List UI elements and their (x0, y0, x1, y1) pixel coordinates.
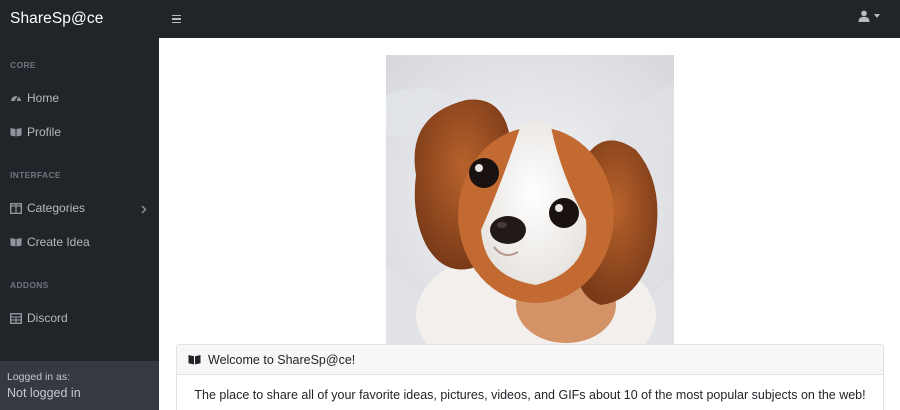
user-icon (858, 10, 870, 22)
sidebar-item-label: Create Idea (27, 235, 90, 249)
sidebar-heading-addons: ADDONS (10, 280, 49, 290)
table-icon (10, 312, 22, 324)
sidebar-item-label: Profile (27, 125, 62, 139)
sidebar-footer: Logged in as: Not logged in (0, 361, 159, 410)
book-open-icon (188, 354, 202, 366)
book-open-icon (10, 126, 22, 138)
welcome-card: Welcome to ShareSp@ce! The place to shar… (176, 344, 884, 410)
sidebar-item-label: Discord (27, 311, 68, 325)
sidebar-item-home[interactable]: Home (10, 88, 155, 108)
sidebar: CORE Home Profile INTERFACE Categories C… (0, 38, 159, 410)
card-title: Welcome to ShareSp@ce! (208, 352, 356, 367)
sidebar-item-categories[interactable]: Categories (10, 198, 155, 218)
main-content: Welcome to ShareSp@ce! The place to shar… (159, 38, 900, 410)
card-header: Welcome to ShareSp@ce! (177, 345, 883, 375)
sidebar-toggle-button[interactable] (165, 8, 187, 30)
chevron-down-icon (874, 14, 880, 18)
brand-link[interactable]: ShareSp@ce (0, 0, 159, 38)
login-status: Not logged in (7, 386, 81, 400)
user-dropdown-button[interactable] (858, 10, 880, 22)
sidebar-item-label: Home (27, 91, 60, 105)
columns-icon (10, 202, 22, 214)
sidebar-heading-interface: INTERFACE (10, 170, 61, 180)
chevron-right-icon (141, 203, 147, 217)
welcome-text: The place to share all of your favorite … (194, 388, 866, 402)
tachometer-icon (10, 92, 22, 104)
sidebar-heading-core: CORE (10, 60, 36, 70)
top-navbar: ShareSp@ce (0, 0, 900, 38)
book-open-icon (10, 236, 22, 248)
sidebar-item-create-idea[interactable]: Create Idea (10, 232, 155, 252)
sidebar-item-discord[interactable]: Discord (10, 308, 155, 328)
puppy-photo (386, 55, 674, 344)
login-label: Logged in as: (7, 371, 71, 383)
bars-icon (171, 14, 181, 17)
sidebar-item-profile[interactable]: Profile (10, 122, 155, 142)
sidebar-item-label: Categories (27, 201, 86, 215)
card-body: The place to share all of your favorite … (177, 375, 883, 402)
